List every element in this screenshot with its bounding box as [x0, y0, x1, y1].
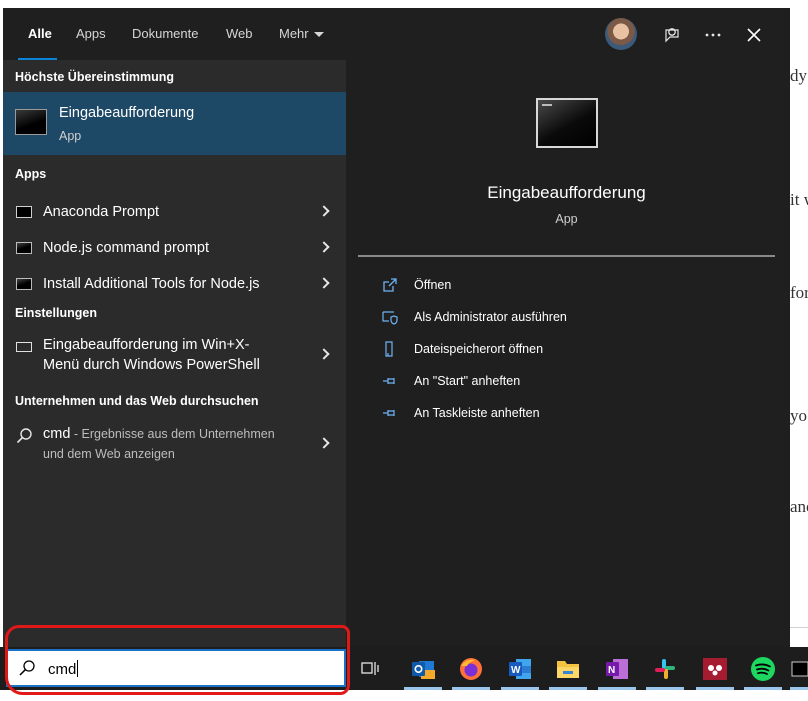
svg-text:N: N	[608, 665, 615, 676]
action-open-file-location[interactable]: Dateispeicherort öffnen	[382, 338, 762, 360]
settings-item-line: Eingabeaufforderung im Win+X-	[43, 337, 250, 353]
tab-mehr-label: Mehr	[279, 26, 309, 41]
apps-header: Apps	[15, 167, 47, 181]
search-icon	[19, 660, 35, 676]
app-item-label: Install Additional Tools for Node.js	[43, 276, 260, 292]
chevron-right-icon[interactable]	[318, 437, 330, 449]
node-tools-icon	[16, 278, 32, 290]
action-label: An Taskleiste anheften	[414, 406, 540, 420]
doc-fragment: for	[790, 283, 808, 302]
chevron-right-icon[interactable]	[318, 205, 330, 217]
tab-alle[interactable]: Alle	[28, 26, 52, 41]
best-match-item[interactable]: Eingabeaufforderung App	[3, 92, 346, 155]
chevron-right-icon[interactable]	[318, 348, 330, 360]
web-search-separator: -	[70, 427, 82, 441]
pin-icon	[383, 378, 395, 384]
word-icon[interactable]: W	[503, 652, 537, 686]
search-panel: Alle Apps Dokumente Web Mehr Höchste Übe…	[3, 8, 790, 647]
mendeley-icon[interactable]	[698, 652, 732, 686]
background-document: dy it w for yo anc	[790, 0, 808, 701]
doc-fragment: it w	[790, 190, 808, 209]
web-search-desc: Ergebnisse aus dem Unternehmen	[81, 427, 275, 441]
action-label: Dateispeicherort öffnen	[414, 342, 544, 356]
more-icon[interactable]	[696, 20, 730, 50]
settings-item-line: Menü durch Windows PowerShell	[43, 357, 260, 373]
action-open[interactable]: Öffnen	[382, 274, 762, 296]
close-icon[interactable]	[737, 20, 771, 50]
terminal-icon[interactable]	[790, 652, 808, 686]
screen-bottom-strip	[0, 690, 808, 701]
chevron-down-icon	[313, 32, 324, 38]
anaconda-prompt-icon	[16, 206, 32, 218]
command-prompt-icon	[536, 98, 598, 148]
onenote-icon[interactable]: N	[600, 652, 634, 686]
command-prompt-icon	[15, 109, 47, 135]
search-icon	[16, 428, 32, 444]
web-search-desc: und dem Web anzeigen	[43, 447, 175, 461]
tab-apps[interactable]: Apps	[76, 26, 106, 41]
tab-mehr[interactable]: Mehr	[279, 26, 324, 41]
doc-fragment: dy	[790, 66, 807, 85]
app-item-label: Anaconda Prompt	[43, 204, 160, 220]
best-match-subtitle: App	[59, 129, 82, 143]
action-pin-taskbar[interactable]: An Taskleiste anheften	[382, 402, 762, 424]
web-search-item[interactable]: cmd - Ergebnisse aus dem Unternehmen und…	[3, 422, 346, 468]
open-icon	[383, 278, 397, 292]
settings-item-win-x-menu[interactable]: Eingabeaufforderung im Win+X- Menü durch…	[3, 333, 346, 379]
action-label: Als Administrator ausführen	[414, 310, 567, 324]
doc-fragment: yo	[790, 406, 807, 425]
search-input[interactable]: cmd	[6, 649, 346, 687]
search-text: cmd	[48, 661, 77, 678]
file-location-icon	[385, 341, 393, 357]
feedback-icon[interactable]	[654, 20, 688, 50]
slack-icon[interactable]	[648, 652, 682, 686]
chevron-right-icon[interactable]	[318, 241, 330, 253]
shield-icon	[382, 311, 398, 325]
detail-subtitle: App	[555, 212, 578, 226]
firefox-icon[interactable]	[454, 652, 488, 686]
results-list: Höchste Übereinstimmung Eingabeaufforder…	[3, 60, 346, 647]
action-pin-start[interactable]: An "Start" anheften	[382, 370, 762, 392]
app-item-node-tools[interactable]: Install Additional Tools for Node.js	[3, 266, 346, 300]
text-caret	[77, 660, 79, 677]
settings-item-label: Eingabeaufforderung im Win+X- Menü durch…	[43, 335, 260, 375]
file-explorer-icon[interactable]	[551, 652, 585, 686]
best-match-title: Eingabeaufforderung	[59, 105, 195, 121]
best-match-header: Höchste Übereinstimmung	[15, 70, 175, 84]
settings-header: Einstellungen	[15, 306, 97, 320]
app-item-label: Node.js command prompt	[43, 240, 210, 256]
detail-title: Eingabeaufforderung	[487, 183, 646, 202]
pin-icon	[383, 410, 395, 416]
task-view-icon[interactable]	[354, 652, 388, 686]
action-run-as-admin[interactable]: Als Administrator ausführen	[382, 306, 762, 328]
display-settings-icon	[16, 342, 32, 352]
nodejs-prompt-icon	[16, 242, 32, 254]
app-item-anaconda[interactable]: Anaconda Prompt	[3, 194, 346, 228]
tab-web[interactable]: Web	[226, 26, 253, 41]
avatar[interactable]	[605, 18, 637, 50]
outlook-icon[interactable]	[406, 652, 440, 686]
search-tabs-bar: Alle Apps Dokumente Web Mehr	[3, 8, 790, 61]
svg-text:W: W	[511, 665, 521, 676]
screen: dy it w for yo anc Alle Apps Dokumente W…	[0, 0, 808, 701]
tab-dokumente[interactable]: Dokumente	[132, 26, 198, 41]
web-search-label: cmd - Ergebnisse aus dem Unternehmen und…	[43, 424, 275, 464]
action-label: An "Start" anheften	[414, 374, 521, 388]
action-label: Öffnen	[414, 278, 452, 292]
web-search-header: Unternehmen und das Web durchsuchen	[15, 394, 259, 408]
detail-divider	[358, 255, 775, 257]
spotify-icon[interactable]	[746, 652, 780, 686]
app-item-nodejs-prompt[interactable]: Node.js command prompt	[3, 230, 346, 264]
chevron-right-icon[interactable]	[318, 277, 330, 289]
result-detail: Eingabeaufforderung App Öffnen Als Admin…	[358, 72, 775, 647]
doc-fragment: anc	[790, 497, 808, 516]
search-value: cmd	[48, 660, 79, 678]
doc-divider	[790, 627, 808, 628]
web-search-query: cmd	[43, 426, 71, 442]
